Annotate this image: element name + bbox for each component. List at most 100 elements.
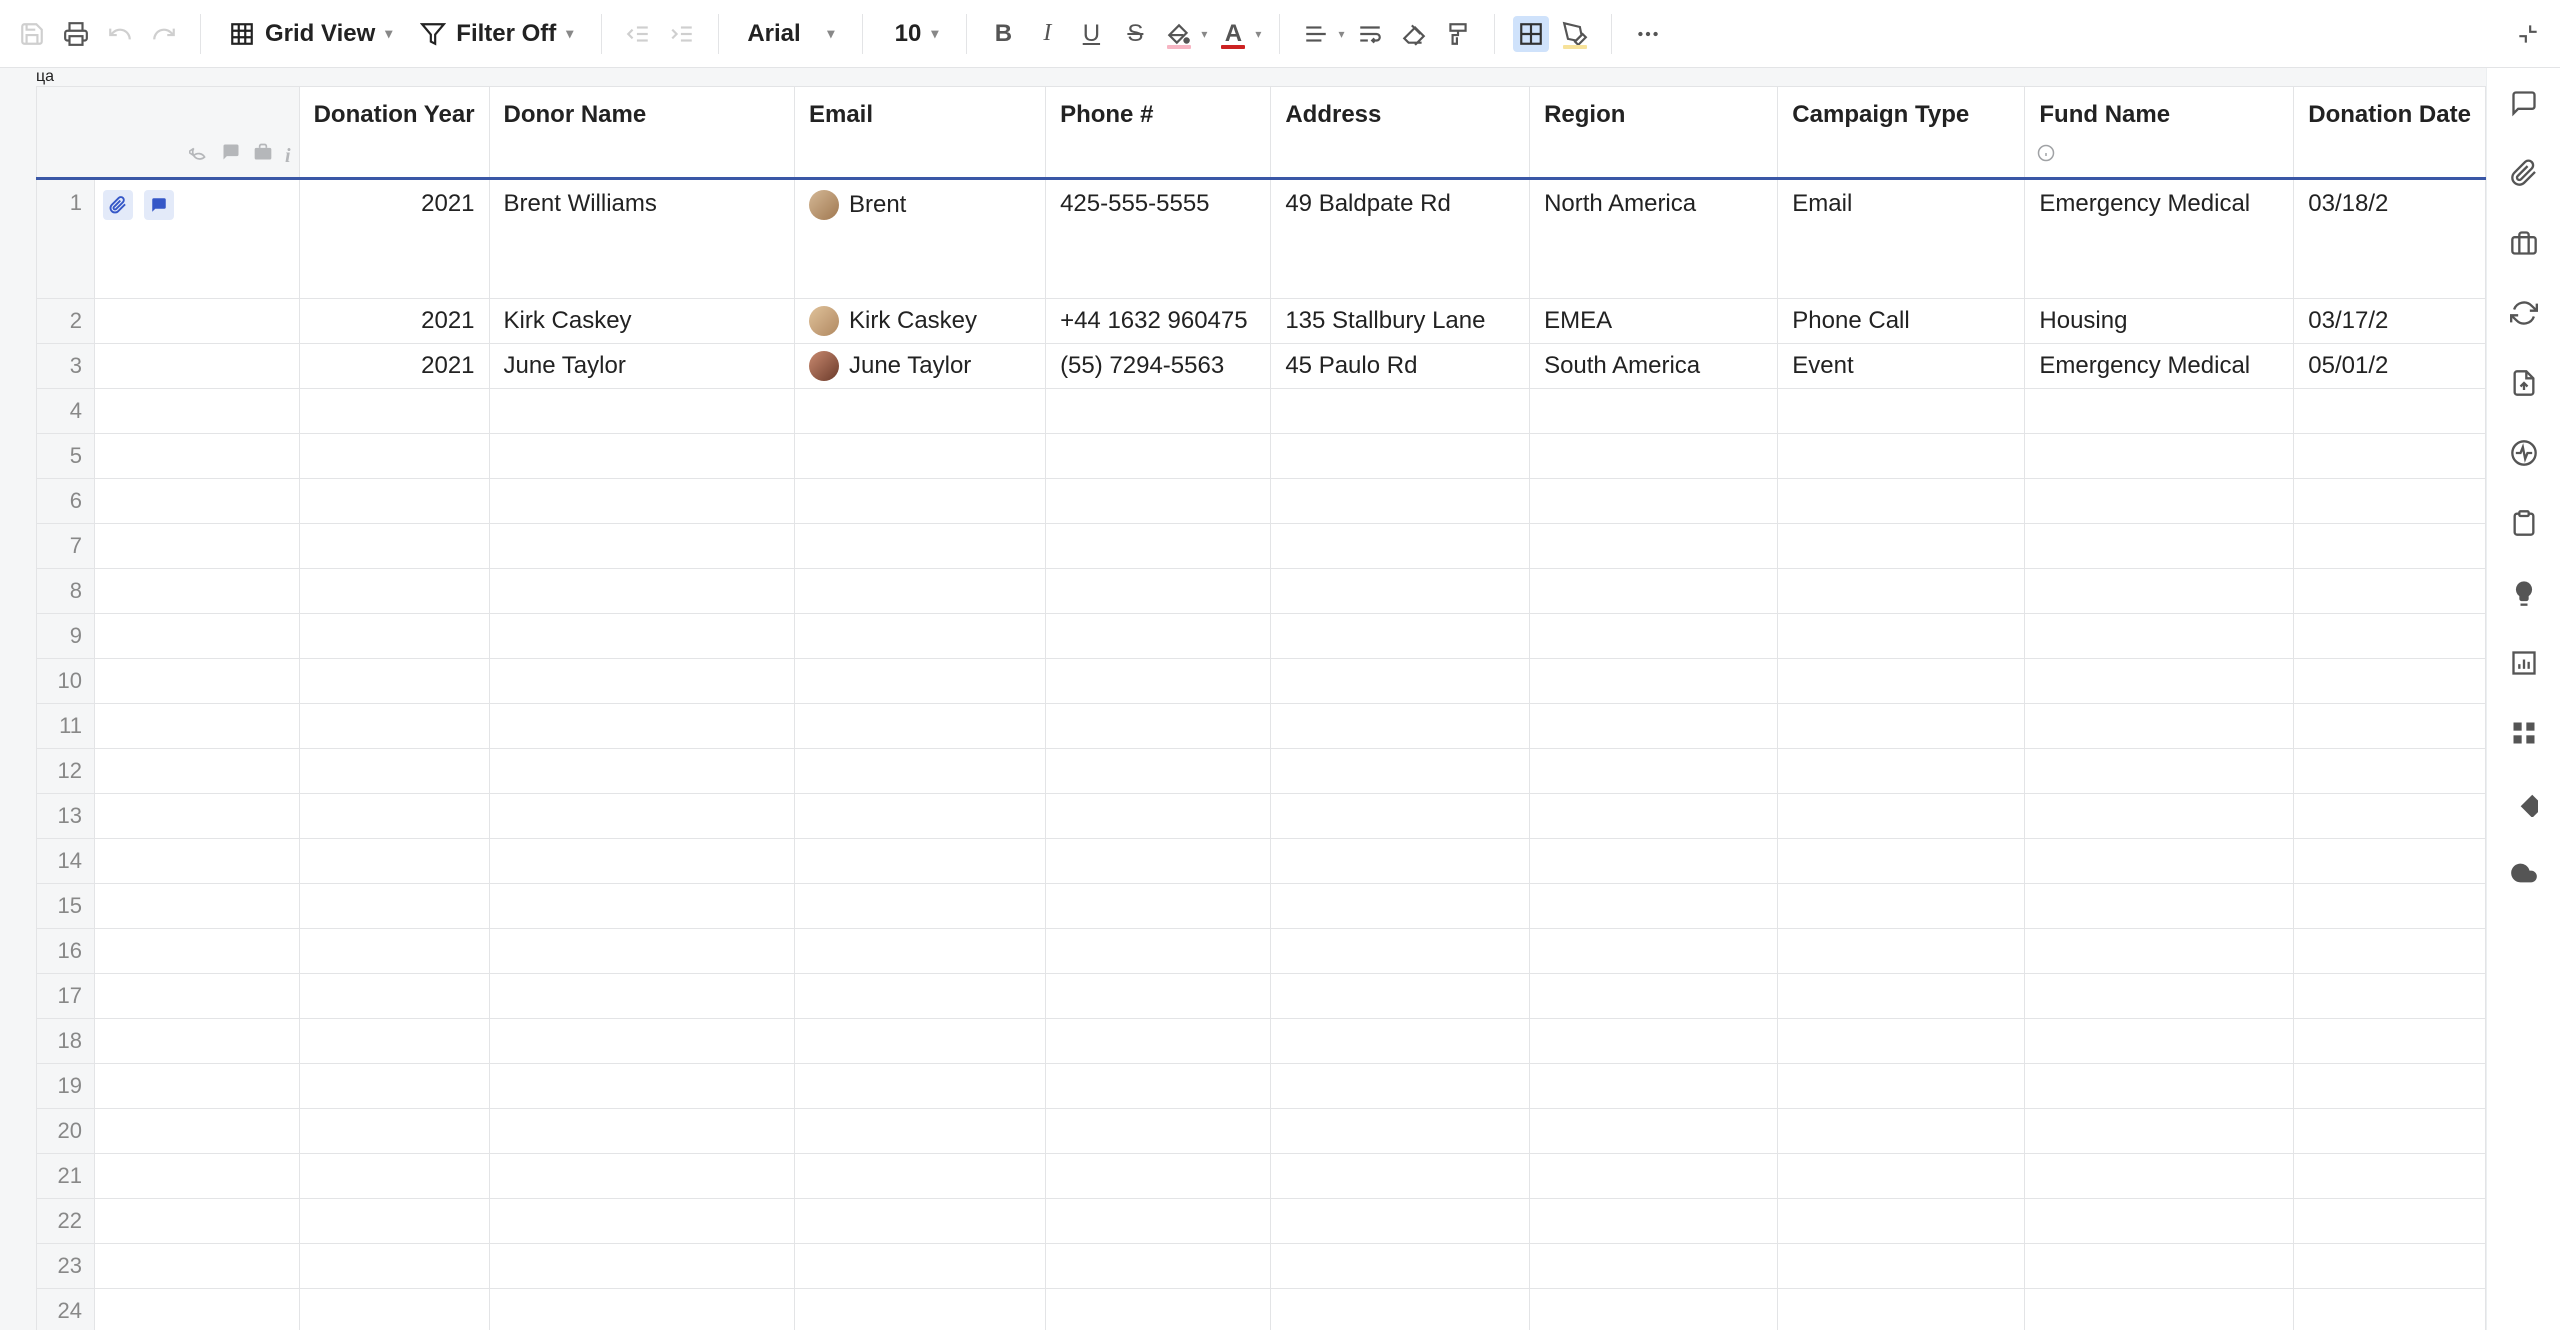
redo-button[interactable] <box>146 16 182 52</box>
cell[interactable] <box>489 704 794 749</box>
cell[interactable] <box>794 884 1045 929</box>
cell[interactable] <box>2294 1289 2486 1330</box>
cell[interactable] <box>1778 614 2025 659</box>
cell[interactable] <box>299 974 489 1019</box>
cell[interactable] <box>794 1154 1045 1199</box>
cell[interactable] <box>489 749 794 794</box>
cell-address[interactable]: 135 Stallbury Lane <box>1271 299 1530 344</box>
cell[interactable] <box>1778 884 2025 929</box>
cell[interactable] <box>2025 1154 2294 1199</box>
col-campaign-type[interactable]: Campaign Type <box>1778 87 2025 179</box>
table-row[interactable]: 14 <box>37 839 2486 884</box>
cell[interactable] <box>1530 1064 1778 1109</box>
cell[interactable] <box>1046 614 1271 659</box>
cell[interactable] <box>1271 659 1530 704</box>
cell[interactable] <box>1271 389 1530 434</box>
table-row[interactable]: 5 <box>37 434 2486 479</box>
col-donation-date[interactable]: Donation Date <box>2294 87 2486 179</box>
cell-fund[interactable]: Housing <box>2025 299 2294 344</box>
cell[interactable] <box>2025 839 2294 884</box>
cell[interactable] <box>1271 839 1530 884</box>
cell-campaign[interactable]: Email <box>1778 179 2025 299</box>
row-number[interactable]: 8 <box>37 569 95 614</box>
table-row[interactable]: 7 <box>37 524 2486 569</box>
row-number[interactable]: 14 <box>37 839 95 884</box>
row-number[interactable]: 19 <box>37 1064 95 1109</box>
cell[interactable] <box>299 1064 489 1109</box>
cell[interactable] <box>794 524 1045 569</box>
cell[interactable] <box>2294 974 2486 1019</box>
cell[interactable] <box>2025 614 2294 659</box>
col-donor-name[interactable]: Donor Name <box>489 87 794 179</box>
cell[interactable] <box>2025 659 2294 704</box>
cell[interactable] <box>1046 1289 1271 1330</box>
cell[interactable] <box>1530 434 1778 479</box>
cell[interactable] <box>1530 749 1778 794</box>
cell[interactable] <box>1530 839 1778 884</box>
cell[interactable] <box>1778 1154 2025 1199</box>
cell[interactable] <box>1530 659 1778 704</box>
cell[interactable] <box>1530 1199 1778 1244</box>
cell[interactable] <box>2025 1019 2294 1064</box>
row-number[interactable]: 13 <box>37 794 95 839</box>
cell[interactable] <box>1530 1244 1778 1289</box>
cell[interactable] <box>1530 794 1778 839</box>
cell[interactable] <box>2025 524 2294 569</box>
cell[interactable] <box>1046 749 1271 794</box>
cell[interactable] <box>1046 1199 1271 1244</box>
table-row[interactable]: 6 <box>37 479 2486 524</box>
chevron-down-icon[interactable]: ▾ <box>1338 27 1344 41</box>
row-number[interactable]: 23 <box>37 1244 95 1289</box>
clear-format-button[interactable] <box>1396 16 1432 52</box>
cell[interactable] <box>1271 1019 1530 1064</box>
cell[interactable] <box>2294 614 2486 659</box>
cell[interactable] <box>1271 749 1530 794</box>
cell[interactable] <box>1530 1154 1778 1199</box>
cell[interactable] <box>1271 884 1530 929</box>
refresh-button[interactable] <box>2507 296 2541 330</box>
comments-panel-button[interactable] <box>2507 86 2541 120</box>
cell[interactable] <box>794 659 1045 704</box>
cell[interactable] <box>299 839 489 884</box>
cell[interactable] <box>2294 479 2486 524</box>
more-button[interactable] <box>1630 16 1666 52</box>
cell[interactable] <box>2025 749 2294 794</box>
cell-region[interactable]: North America <box>1530 179 1778 299</box>
cell-date[interactable]: 05/01/2 <box>2294 344 2486 389</box>
attachment-icon[interactable] <box>103 190 133 220</box>
cell[interactable] <box>1778 659 2025 704</box>
cell[interactable] <box>1271 974 1530 1019</box>
table-row[interactable]: 15 <box>37 884 2486 929</box>
col-address[interactable]: Address <box>1271 87 1530 179</box>
cell[interactable] <box>1046 974 1271 1019</box>
comment-icon[interactable] <box>144 190 174 220</box>
table-row[interactable]: 23 <box>37 1244 2486 1289</box>
cell[interactable] <box>2025 479 2294 524</box>
cell[interactable] <box>489 839 794 884</box>
cell[interactable] <box>299 884 489 929</box>
cell[interactable] <box>2025 569 2294 614</box>
cell[interactable] <box>1778 569 2025 614</box>
cell[interactable] <box>299 1109 489 1154</box>
table-row[interactable]: 22 <box>37 1199 2486 1244</box>
cell-campaign[interactable]: Phone Call <box>1778 299 2025 344</box>
cell[interactable] <box>1530 974 1778 1019</box>
font-family-selector[interactable]: Arial ▾ <box>737 14 844 54</box>
data-grid[interactable]: i Donation Year Donor Name Email Phone #… <box>36 86 2486 1330</box>
cell-donor[interactable]: Kirk Caskey <box>489 299 794 344</box>
info-icon[interactable] <box>2037 141 2055 169</box>
row-number[interactable]: 24 <box>37 1289 95 1330</box>
attachments-panel-button[interactable] <box>2507 156 2541 190</box>
cell[interactable] <box>2294 1244 2486 1289</box>
cell[interactable] <box>1046 389 1271 434</box>
cell[interactable] <box>2294 794 2486 839</box>
filter-selector[interactable]: Filter Off ▾ <box>410 14 583 54</box>
cell-donor[interactable]: June Taylor <box>489 344 794 389</box>
table-row[interactable]: 8 <box>37 569 2486 614</box>
cell[interactable] <box>1530 884 1778 929</box>
cell[interactable] <box>489 569 794 614</box>
cell-phone[interactable]: 425-555-5555 <box>1046 179 1271 299</box>
table-row[interactable]: 18 <box>37 1019 2486 1064</box>
sheet-scroll[interactable]: ца i Donation Ye <box>0 68 2486 1330</box>
cell[interactable] <box>1046 659 1271 704</box>
